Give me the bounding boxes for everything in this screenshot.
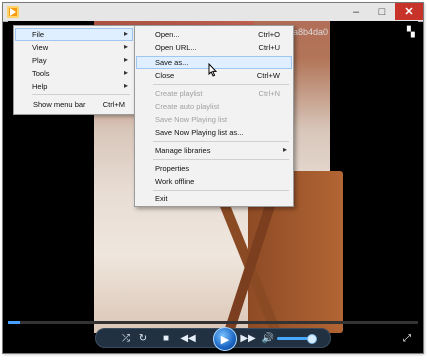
- menu-item-label: View: [32, 43, 49, 52]
- volume-thumb[interactable]: [307, 334, 317, 344]
- menu-item-show-menu-bar[interactable]: Show menu bar Ctrl+M: [15, 98, 133, 111]
- app-icon[interactable]: [7, 6, 19, 18]
- menu-item-properties[interactable]: Properties: [136, 162, 292, 175]
- menu-item-label: Work offline: [155, 177, 195, 186]
- close-button[interactable]: ✕: [395, 3, 423, 20]
- menu-item-label: Help: [32, 82, 48, 91]
- volume-slider[interactable]: [277, 334, 317, 344]
- menu-item-create-auto-playlist: Create auto playlist: [136, 100, 292, 113]
- submenu-arrow-icon: ▸: [123, 42, 128, 51]
- menu-item-shortcut: Ctrl+U: [258, 43, 280, 52]
- file-submenu: Open... Ctrl+O Open URL... Ctrl+U Save a…: [134, 25, 294, 207]
- menu-item-open-url[interactable]: Open URL... Ctrl+U: [136, 41, 292, 54]
- menu-item-label: Manage libraries: [155, 146, 211, 155]
- menu-item-help[interactable]: Help ▸: [15, 80, 133, 93]
- previous-icon[interactable]: ◀◀: [180, 331, 195, 345]
- menu-item-label: Create playlist: [155, 89, 203, 98]
- menu-separator: [32, 94, 130, 95]
- now-playing-title: 2a8b4da0: [288, 27, 329, 37]
- menu-item-shortcut: Ctrl+O: [258, 30, 280, 39]
- menu-item-open[interactable]: Open... Ctrl+O: [136, 28, 292, 41]
- menu-separator: [153, 84, 289, 85]
- menu-item-exit[interactable]: Exit: [136, 192, 292, 205]
- repeat-icon[interactable]: ↻: [136, 331, 150, 345]
- next-icon[interactable]: ▶▶: [240, 331, 255, 345]
- menu-item-work-offline[interactable]: Work offline: [136, 175, 292, 188]
- menu-item-label: Tools: [32, 69, 50, 78]
- volume-level: [277, 337, 311, 340]
- submenu-arrow-icon: ▸: [123, 68, 128, 77]
- menu-item-tools[interactable]: Tools ▸: [15, 67, 133, 80]
- menu-item-label: Create auto playlist: [155, 102, 220, 111]
- stop-icon[interactable]: ■: [159, 331, 173, 345]
- menu-separator: [153, 190, 289, 191]
- play-button[interactable]: ▶: [213, 327, 237, 351]
- menu-item-play[interactable]: Play ▸: [15, 54, 133, 67]
- menu-item-label: Open...: [155, 30, 180, 39]
- menu-item-shortcut: Ctrl+W: [256, 71, 280, 80]
- play-icon: ▶: [220, 333, 230, 346]
- switch-to-library-icon[interactable]: ▚: [407, 28, 417, 38]
- volume-icon[interactable]: 🔊: [261, 331, 275, 345]
- menu-item-label: Open URL...: [155, 43, 197, 52]
- maximize-button[interactable]: □: [369, 3, 395, 20]
- menu-item-label: Show menu bar: [33, 100, 86, 109]
- menu-item-label: Close: [155, 71, 175, 80]
- menu-item-label: Play: [32, 56, 47, 65]
- title-bar: – □ ✕: [3, 3, 423, 22]
- menu-item-shortcut: Ctrl+N: [258, 89, 280, 98]
- screenshot-frame: – □ ✕ 2a8b4da0 ▚ ⤮ ↻ ■ ◀◀ ▶ ▶▶ 🔊 ⤢ File …: [0, 0, 429, 361]
- menu-item-label: Properties: [155, 164, 190, 173]
- menu-item-label: Save Now Playing list: [155, 115, 228, 124]
- playback-controls: ⤮ ↻ ■ ◀◀ ▶ ▶▶ 🔊: [95, 327, 331, 351]
- submenu-arrow-icon: ▸: [123, 81, 128, 90]
- menu-item-file[interactable]: File ▸: [15, 28, 133, 41]
- menu-separator: [153, 159, 289, 160]
- fullscreen-icon[interactable]: ⤢: [403, 333, 413, 344]
- seek-bar[interactable]: [8, 321, 418, 324]
- submenu-arrow-icon: ▸: [282, 145, 287, 154]
- submenu-arrow-icon: ▸: [123, 55, 128, 64]
- minimize-button[interactable]: –: [343, 3, 369, 20]
- menu-item-save-now-playing-list: Save Now Playing list: [136, 113, 292, 126]
- menu-item-label: Exit: [155, 194, 168, 203]
- seek-progress: [8, 321, 21, 324]
- menu-item-label: File: [32, 30, 45, 39]
- menu-item-label: Save Now Playing list as...: [155, 128, 244, 137]
- menu-item-shortcut: Ctrl+M: [102, 100, 125, 109]
- menu-item-save-now-playing-list-as[interactable]: Save Now Playing list as...: [136, 126, 292, 139]
- menu-item-view[interactable]: View ▸: [15, 41, 133, 54]
- menu-item-manage-libraries[interactable]: Manage libraries ▸: [136, 144, 292, 157]
- main-menu: File ▸ View ▸ Play ▸ Tools ▸ Help ▸ Show…: [13, 25, 135, 115]
- shuffle-icon[interactable]: ⤮: [119, 331, 133, 345]
- menu-separator: [153, 141, 289, 142]
- media-player-window: – □ ✕ 2a8b4da0 ▚ ⤮ ↻ ■ ◀◀ ▶ ▶▶ 🔊 ⤢ File …: [2, 2, 424, 354]
- menu-item-label: Save as...: [155, 58, 189, 67]
- submenu-arrow-icon: ▸: [123, 29, 128, 38]
- menu-item-create-playlist: Create playlist Ctrl+N: [136, 87, 292, 100]
- mouse-cursor-icon: [208, 63, 218, 77]
